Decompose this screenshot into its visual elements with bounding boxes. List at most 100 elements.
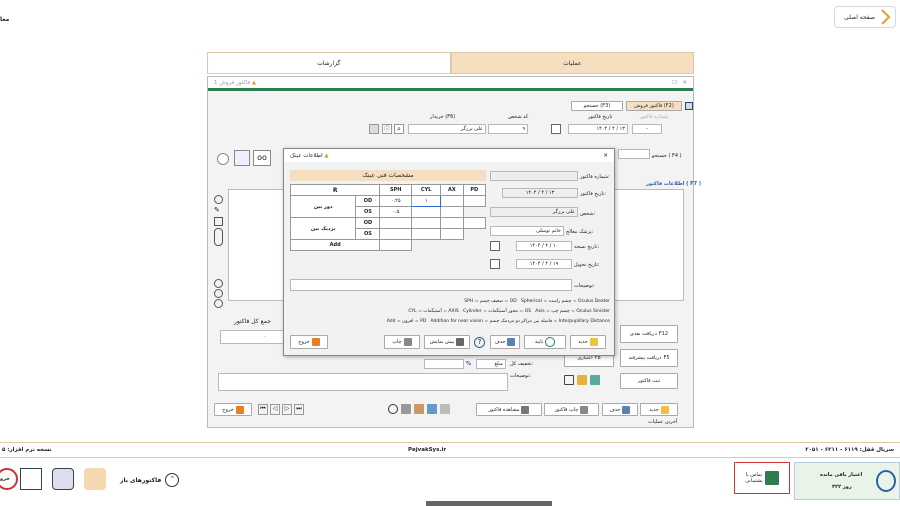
- calendar-icon[interactable]: [551, 124, 561, 134]
- cash-button[interactable]: دریافت نقدی F12: [620, 325, 678, 343]
- od-near: OD: [355, 217, 381, 229]
- calculator-icon[interactable]: [369, 124, 379, 134]
- list-icon[interactable]: [214, 228, 223, 246]
- dlg-print-button[interactable]: چاپ: [384, 335, 420, 349]
- delete-button[interactable]: حذف: [602, 403, 638, 416]
- dlg-preview-button[interactable]: پیش نمایش: [424, 335, 470, 349]
- deliver-calendar-icon[interactable]: [490, 259, 500, 269]
- buyer-label: خریدار (F6): [430, 114, 456, 120]
- rx-calendar-icon[interactable]: [490, 241, 500, 251]
- dlg-factor-no-field: [490, 171, 578, 181]
- help-icon[interactable]: [388, 404, 398, 414]
- card-icon[interactable]: [590, 375, 600, 385]
- first-icon[interactable]: ⏭: [294, 404, 304, 415]
- help-icon[interactable]: ?: [474, 337, 485, 348]
- camera-icon[interactable]: [234, 150, 250, 166]
- edit-icon[interactable]: ✎: [214, 206, 223, 215]
- dialog-title: اطلاعات عینک ▲: [290, 152, 329, 159]
- window-controls[interactable]: ☐ ✕: [672, 80, 687, 86]
- factor-no-field[interactable]: -: [632, 124, 662, 134]
- lock-icon[interactable]: [52, 468, 74, 490]
- tools-icons[interactable]: [564, 375, 614, 387]
- dlg-delete-button[interactable]: حذف: [490, 335, 520, 349]
- os-near-cyl[interactable]: [411, 228, 442, 240]
- tab-reports[interactable]: گزارشات: [207, 52, 451, 74]
- os-near-ax[interactable]: [440, 228, 464, 240]
- coins-icon[interactable]: [577, 375, 587, 385]
- add-row-icon[interactable]: [214, 195, 223, 204]
- close-side-icon[interactable]: [214, 299, 223, 308]
- barcode-icon[interactable]: [214, 217, 223, 226]
- open-factors-button[interactable]: فاکتورهای باز ⌃: [120, 472, 182, 488]
- pd-near[interactable]: [462, 217, 486, 229]
- far-label: دور بین: [289, 195, 357, 218]
- last-icon[interactable]: ⏮: [258, 404, 268, 415]
- dlg-desc-field[interactable]: [290, 279, 572, 291]
- new-button[interactable]: جدید: [640, 403, 678, 416]
- prepay-button[interactable]: دریافت پیشرفته F5: [620, 349, 678, 367]
- dlg-rx-date-field[interactable]: ۱۴۰۴ / ۴ / ۱۰: [516, 241, 572, 251]
- pager[interactable]: ⏮ ◁ ▷ ⏭: [258, 404, 308, 415]
- dlg-desc-label: توضیحات:: [574, 283, 595, 289]
- os-sph[interactable]: ۰.۵: [379, 206, 413, 218]
- pd-far[interactable]: [462, 195, 486, 207]
- os-far: OS: [355, 206, 381, 218]
- os-cyl[interactable]: [411, 206, 442, 218]
- print-factor-button[interactable]: چاپ فاکتور: [544, 403, 599, 416]
- search-field[interactable]: [618, 149, 650, 159]
- add-side-icon[interactable]: [214, 289, 223, 298]
- buyer-field[interactable]: علی برزگر: [408, 124, 486, 134]
- save-icon[interactable]: [685, 102, 693, 110]
- copy-icon[interactable]: [440, 404, 450, 414]
- add-value[interactable]: [379, 239, 413, 251]
- dlg-confirm-button[interactable]: تایید: [524, 335, 566, 349]
- bottom-tool-icons[interactable]: [388, 404, 473, 415]
- corner-text: معا: [0, 16, 10, 23]
- search-icon[interactable]: ⌕: [394, 124, 404, 134]
- tab-factor[interactable]: فاکتور فروش (F2): [626, 101, 682, 111]
- credit-label: اعتبار باقی مانده: [820, 472, 863, 478]
- users-icon[interactable]: [414, 404, 424, 414]
- dialog-close-icon[interactable]: ✕: [603, 153, 608, 159]
- dlg-factor-date-field: ۱۴۰۴ / ۴ / ۱۳: [502, 188, 578, 198]
- info-icon[interactable]: ⓘ: [382, 124, 392, 134]
- customer-code-field[interactable]: ۹: [488, 124, 528, 134]
- od-near-sph[interactable]: [379, 217, 413, 229]
- tab-operations[interactable]: عملیات: [450, 52, 694, 74]
- factor-date-field[interactable]: ۱۴۰۴ / ۴ / ۱۳: [568, 124, 628, 134]
- desc-field[interactable]: [218, 373, 508, 391]
- users-icon[interactable]: [84, 468, 106, 490]
- info-side-icon[interactable]: [214, 279, 223, 288]
- main-tabs: گزارشات عملیات: [207, 52, 694, 74]
- glasses-icon[interactable]: oo: [253, 150, 271, 166]
- os-ax[interactable]: [440, 206, 464, 218]
- serial-text: سریال قفل: ۶۱۱۹ - ۶۲۱۱ - ۲۰۵۱: [805, 447, 894, 453]
- contact-support-button[interactable]: تماس با پشتیبانی: [734, 462, 790, 494]
- od-ax[interactable]: [440, 195, 464, 207]
- grid-icon[interactable]: [401, 404, 411, 414]
- discount-type-select[interactable]: مبلغ: [476, 359, 506, 369]
- table-icon[interactable]: [427, 404, 437, 414]
- exit-label: خرو: [0, 476, 10, 482]
- next-icon[interactable]: ▷: [282, 404, 292, 415]
- register-button[interactable]: ثبت فاکتور: [620, 373, 678, 389]
- dlg-exit-button[interactable]: خروج: [290, 335, 328, 349]
- chevron-up-icon[interactable]: ⌃: [165, 473, 180, 487]
- minus-icon[interactable]: [217, 153, 229, 165]
- exit-button[interactable]: خروج: [214, 403, 252, 416]
- browser-icon[interactable]: [20, 468, 42, 490]
- refresh-icon[interactable]: [564, 375, 574, 385]
- dlg-new-button[interactable]: جدید: [570, 335, 606, 349]
- home-button[interactable]: صفحه اصلی: [834, 6, 896, 28]
- discount-percent-field[interactable]: [424, 359, 464, 369]
- dlg-deliver-field[interactable]: ۱۴۰۴ / ۴ / ۱۹: [516, 259, 572, 269]
- prev-icon[interactable]: ◁: [270, 404, 280, 415]
- od-near-cyl[interactable]: [411, 217, 442, 229]
- od-near-ax[interactable]: [440, 217, 464, 229]
- tab-search[interactable]: جستجو (F3): [571, 101, 623, 111]
- od-sph[interactable]: ۰.۲۵: [379, 195, 413, 207]
- od-cyl[interactable]: ۱: [411, 195, 442, 207]
- os-near-sph[interactable]: [379, 228, 413, 240]
- dlg-doctor-field[interactable]: خانم توسلی: [490, 226, 564, 236]
- view-factor-button[interactable]: مشاهده فاکتور: [476, 403, 542, 416]
